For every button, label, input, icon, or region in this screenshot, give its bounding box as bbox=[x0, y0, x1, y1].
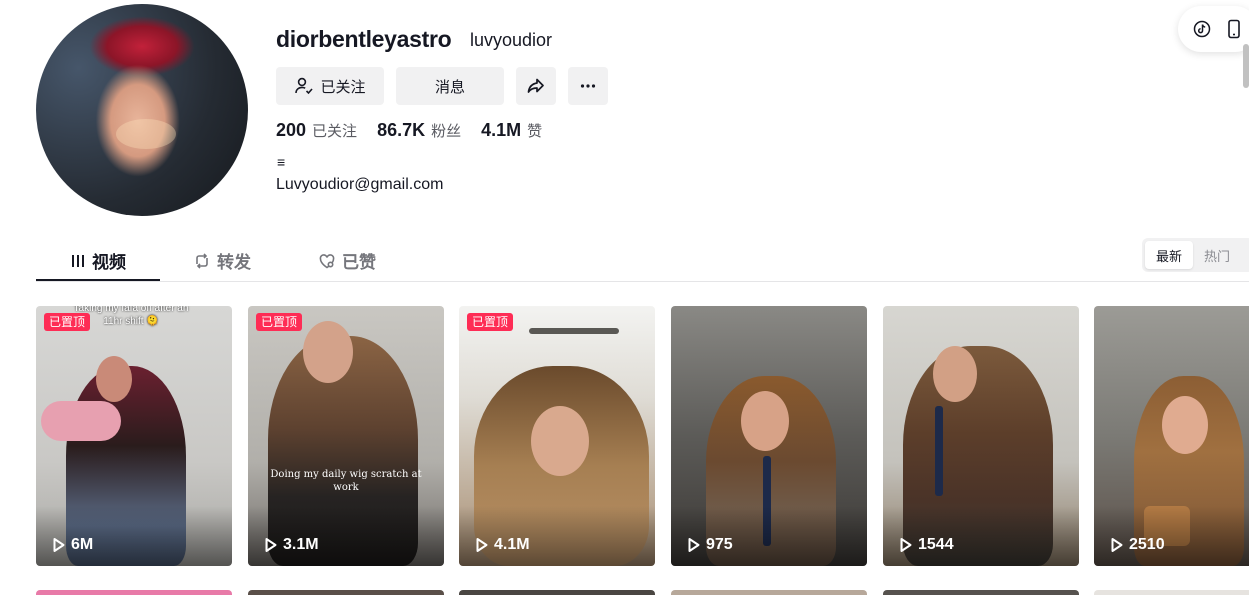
following-count[interactable]: 200 bbox=[276, 120, 306, 141]
avatar-highlight bbox=[116, 119, 176, 149]
play-count-value: 3.1M bbox=[283, 536, 319, 553]
sort-latest-option[interactable]: 最新 bbox=[1145, 241, 1193, 269]
video-card-partial[interactable] bbox=[883, 590, 1079, 595]
video-card-partial[interactable] bbox=[36, 590, 232, 595]
pinned-badge: 已置顶 bbox=[467, 313, 514, 331]
side-actions-pill bbox=[1178, 6, 1249, 52]
play-count: 3.1M bbox=[264, 536, 319, 554]
video-thumbnail-face bbox=[96, 356, 132, 402]
pinned-badge: 已置顶 bbox=[256, 313, 303, 331]
play-icon bbox=[900, 538, 912, 552]
likes-count: 4.1M bbox=[481, 120, 522, 140]
video-card-partial[interactable] bbox=[1094, 590, 1249, 595]
tab-reposts-label: 转发 bbox=[217, 253, 251, 273]
pinned-badge: 已置顶 bbox=[44, 313, 91, 331]
video-card[interactable]: 1544 bbox=[883, 306, 1079, 566]
play-count-value: 2510 bbox=[1129, 536, 1165, 553]
message-button-label: 消息 bbox=[434, 77, 465, 96]
play-icon bbox=[1111, 538, 1123, 552]
video-thumbnail-face bbox=[531, 406, 589, 476]
repost-icon bbox=[196, 252, 208, 269]
play-count: 6M bbox=[52, 536, 93, 554]
video-card[interactable]: 2510 bbox=[1094, 306, 1249, 566]
bio-email: Luvyoudior@gmail.com bbox=[276, 176, 444, 193]
video-card-partial[interactable] bbox=[671, 590, 867, 595]
active-tab-indicator bbox=[36, 279, 160, 281]
tiktok-logo-icon[interactable] bbox=[1193, 20, 1211, 43]
following-label[interactable]: 已关注 bbox=[312, 120, 357, 141]
play-count-value: 975 bbox=[706, 536, 733, 553]
profile-nickname: luvyoudior bbox=[470, 30, 553, 50]
play-icon bbox=[53, 538, 65, 552]
tab-liked[interactable]: 已赞 bbox=[318, 240, 376, 281]
video-card[interactable]: Taking my fafa off after an 11hr shift 🫠… bbox=[36, 306, 232, 566]
share-icon bbox=[527, 78, 544, 93]
video-card[interactable]: 已置顶 4.1M bbox=[459, 306, 655, 566]
video-thumbnail-lanyard bbox=[935, 406, 943, 496]
message-button[interactable]: 消息 bbox=[396, 67, 504, 105]
video-thumbnail-face bbox=[1162, 396, 1208, 454]
play-icon bbox=[476, 538, 488, 552]
video-thumbnail-face bbox=[303, 321, 353, 383]
video-card-partial[interactable] bbox=[459, 590, 655, 595]
more-options-button[interactable] bbox=[568, 67, 608, 105]
tab-videos[interactable]: 视频 bbox=[70, 240, 126, 281]
sort-toggle: 最新 热门 bbox=[1142, 238, 1249, 272]
followers-label[interactable]: 粉丝 bbox=[431, 120, 461, 141]
more-icon bbox=[580, 84, 596, 88]
followers-count[interactable]: 86.7K bbox=[377, 120, 425, 141]
profile-tabs: 视频 转发 已赞 bbox=[36, 240, 1249, 282]
share-button[interactable] bbox=[516, 67, 556, 105]
profile-username: diorbentleyastro bbox=[276, 26, 452, 52]
video-card[interactable]: Doing my daily wig scratch at work 已置顶 3… bbox=[248, 306, 444, 566]
tab-reposts[interactable]: 转发 bbox=[193, 240, 251, 281]
video-thumbnail-scarf bbox=[41, 401, 121, 441]
tab-videos-label: 视频 bbox=[92, 253, 126, 273]
video-caption: Doing my daily wig scratch at work bbox=[270, 469, 422, 493]
video-card[interactable]: 975 bbox=[671, 306, 867, 566]
bio-symbol: ≡ bbox=[277, 154, 286, 170]
play-count-value: 6M bbox=[71, 536, 94, 553]
page-scrollbar[interactable] bbox=[1243, 44, 1249, 88]
video-thumbnail-face bbox=[933, 346, 977, 402]
video-card-partial[interactable] bbox=[248, 590, 444, 595]
play-count: 2510 bbox=[1110, 536, 1165, 554]
profile-avatar[interactable] bbox=[36, 4, 248, 216]
following-button-label: 已关注 bbox=[320, 77, 366, 96]
profile-stats: 200 已关注 86.7K 粉丝 4.1M 赞 bbox=[276, 120, 562, 141]
likes-label: 赞 bbox=[527, 122, 543, 140]
sort-popular-option[interactable]: 热门 bbox=[1193, 241, 1241, 269]
play-count-value: 4.1M bbox=[494, 536, 530, 553]
grid-icon bbox=[72, 254, 84, 267]
user-check-icon bbox=[295, 77, 314, 95]
video-thumbnail-ceiling-fan bbox=[529, 328, 619, 334]
play-icon bbox=[265, 538, 277, 552]
play-count-value: 1544 bbox=[918, 536, 954, 553]
following-button[interactable]: 已关注 bbox=[276, 67, 384, 105]
play-count: 975 bbox=[687, 536, 733, 554]
tab-liked-label: 已赞 bbox=[342, 253, 376, 273]
play-icon bbox=[688, 538, 700, 552]
play-count: 1544 bbox=[899, 536, 954, 554]
mobile-device-icon[interactable] bbox=[1227, 19, 1241, 44]
video-thumbnail-face bbox=[741, 391, 789, 451]
heart-icon bbox=[319, 253, 335, 268]
play-count: 4.1M bbox=[475, 536, 530, 554]
